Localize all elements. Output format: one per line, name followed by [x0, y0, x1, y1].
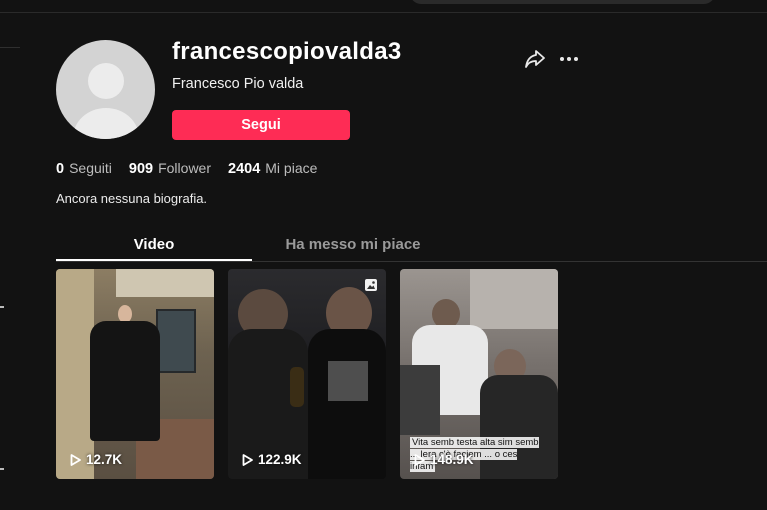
play-icon [414, 453, 425, 466]
likes-count: 2404 [228, 161, 261, 177]
search-bar[interactable] [410, 0, 715, 4]
profile-stats: 0 Seguiti 909 Follower 2404 Mi piace [56, 160, 334, 177]
tab-liked[interactable]: Ha messo mi piace [253, 236, 453, 260]
view-count: 148.9K [414, 452, 474, 467]
username: francescopiovalda3 [172, 38, 402, 65]
play-icon [70, 453, 81, 466]
view-count: 122.9K [242, 452, 302, 467]
followers-stat[interactable]: 909 Follower [129, 160, 211, 177]
avatar-placeholder-body [73, 108, 139, 139]
play-icon [242, 453, 253, 466]
video-thumbnail[interactable]: 122.9K [228, 269, 386, 479]
sidebar-edge-mark [0, 306, 4, 308]
thumbnail-shirt-print [328, 361, 368, 401]
avatar [56, 40, 155, 139]
tab-videos[interactable]: Video [56, 236, 252, 260]
thumbnail-person-body [308, 329, 386, 479]
bio: Ancora nessuna biografia. [56, 191, 208, 206]
video-thumbnail[interactable]: 12.7K [56, 269, 214, 479]
likes-label: Mi piace [265, 160, 318, 176]
following-label: Seguiti [69, 160, 112, 176]
thumbnail-window [156, 309, 196, 373]
view-count-label: 12.7K [86, 452, 123, 467]
thumbnail-person-body [400, 365, 440, 435]
more-icon[interactable] [557, 47, 581, 71]
active-tab-indicator [56, 259, 252, 261]
thumbnail-background [470, 269, 558, 329]
view-count: 12.7K [70, 452, 122, 467]
display-name: Francesco Pio valda [172, 76, 304, 92]
photo-icon [364, 278, 378, 297]
thumbnail-bottle [290, 367, 304, 407]
tabs-divider [56, 261, 767, 262]
thumbnail-wall [56, 269, 94, 479]
thumbnail-ceiling [116, 269, 214, 297]
likes-stat: 2404 Mi piace [228, 160, 317, 177]
avatar-placeholder-head [88, 63, 124, 99]
sidebar-divider [0, 47, 20, 48]
follow-button[interactable]: Segui [172, 110, 350, 140]
view-count-label: 148.9K [430, 452, 474, 467]
share-icon[interactable] [523, 47, 547, 71]
sidebar-edge-mark [0, 468, 4, 470]
followers-count: 909 [128, 161, 154, 177]
following-count: 0 [56, 161, 65, 177]
thumbnail-person-body [90, 321, 160, 441]
followers-label: Follower [158, 160, 211, 176]
video-thumbnail[interactable]: Vita semb testa alta sim semb ... lera c… [400, 269, 558, 479]
following-stat[interactable]: 0 Seguiti [56, 160, 112, 177]
view-count-label: 122.9K [258, 452, 302, 467]
